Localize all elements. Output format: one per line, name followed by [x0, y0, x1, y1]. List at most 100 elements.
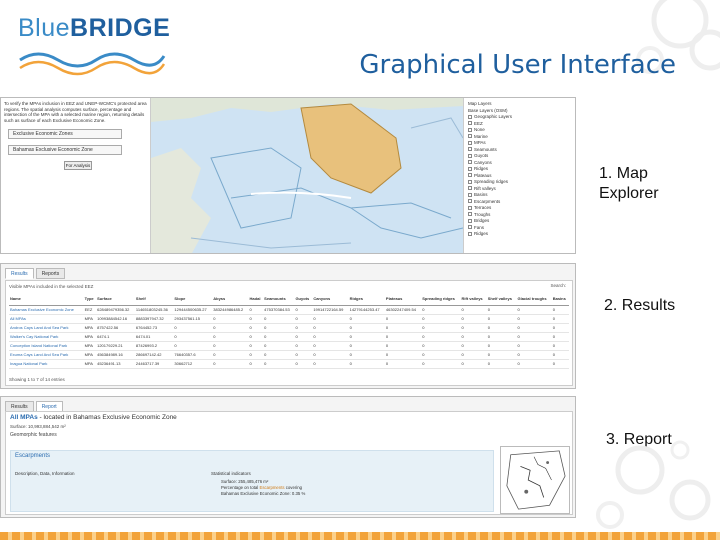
- cell-shelf: 87426993.2: [134, 341, 174, 351]
- tab-reports[interactable]: Reports: [35, 268, 66, 279]
- cell-value: 0: [421, 314, 461, 324]
- stats-covering: covering: [285, 485, 303, 490]
- checkbox-icon[interactable]: [468, 192, 472, 197]
- cell-value: 0: [312, 314, 349, 324]
- column-header[interactable]: Abyss: [212, 293, 249, 306]
- table-row[interactable]: Walker's Cay National Park MPA 6474.1 6474.…: [9, 332, 569, 342]
- cell-value: 0: [348, 332, 385, 342]
- cell-name[interactable]: Andros Cays Land And Sea Park: [9, 323, 84, 333]
- column-header[interactable]: Plateaus: [384, 293, 422, 306]
- cell-slope: 0: [173, 341, 213, 351]
- checkbox-icon[interactable]: [468, 205, 472, 210]
- cell-value: 0: [516, 359, 552, 369]
- analyse-button[interactable]: For Analysis: [64, 161, 92, 171]
- column-header[interactable]: Canyons: [312, 293, 349, 306]
- cell-abyss: 0: [212, 314, 249, 324]
- cell-value: 0: [263, 332, 295, 342]
- cell-value: 0: [460, 341, 487, 351]
- table-row[interactable]: Exuma Cays Land And Sea Park MPA 456384989…: [9, 350, 569, 360]
- cell-value: 14279144253.47: [348, 305, 385, 315]
- report-title-rest: - located in Bahamas Exclusive Economic …: [37, 414, 177, 421]
- map-view[interactable]: [151, 98, 463, 254]
- checkbox-icon[interactable]: [468, 173, 472, 178]
- layer-label: Terraces: [474, 205, 492, 210]
- table-row[interactable]: All MPAs MPA 10993884542.16 8883397947.32 29…: [9, 314, 569, 324]
- cell-value: 0: [384, 323, 422, 333]
- cell-value: 0: [516, 350, 552, 360]
- cell-value: 0: [460, 332, 487, 342]
- column-header[interactable]: Shelf: [134, 293, 174, 306]
- checkbox-icon[interactable]: [468, 121, 472, 126]
- column-header[interactable]: Rift valleys: [460, 293, 487, 306]
- tab-results[interactable]: Results: [5, 268, 34, 279]
- table-row[interactable]: Inagua National Park MPA 45236491.13 244637…: [9, 359, 569, 369]
- region-type-select[interactable]: Exclusive Economic Zones: [8, 129, 122, 140]
- checkbox-icon[interactable]: [468, 147, 472, 152]
- cell-value: 0: [384, 359, 422, 369]
- cell-value: 0: [516, 323, 552, 333]
- cell-name[interactable]: Bahamas Exclusive Economic Zone: [9, 305, 84, 315]
- checkbox-icon[interactable]: [468, 114, 472, 119]
- stats-text: Surface: 255,485,476 m² Percentage on to…: [221, 479, 305, 497]
- cell-name[interactable]: Walker's Cay National Park: [9, 332, 84, 342]
- column-header[interactable]: Glacial troughs: [516, 293, 552, 306]
- checkbox-icon[interactable]: [468, 127, 472, 132]
- cell-slope: 293437561.15: [173, 314, 213, 324]
- report-map-thumbnail: [500, 446, 570, 514]
- cell-value: 0: [421, 305, 461, 315]
- checkbox-icon[interactable]: [468, 140, 472, 145]
- cell-type: MPA: [83, 341, 97, 351]
- report-title: All MPAs - located in Bahamas Exclusive …: [10, 414, 177, 421]
- cell-name[interactable]: All MPAs: [9, 314, 84, 324]
- cell-surface: 628489479356.32: [96, 305, 135, 315]
- layer-item[interactable]: Ridges: [468, 231, 573, 238]
- cell-value: 0: [460, 350, 487, 360]
- cell-surface: 10993884542.16: [96, 314, 135, 324]
- checkbox-icon[interactable]: [468, 166, 472, 171]
- checkbox-icon[interactable]: [468, 134, 472, 139]
- cell-value: 0: [486, 314, 517, 324]
- column-header[interactable]: Seamounts: [263, 293, 295, 306]
- column-header[interactable]: Basins: [551, 293, 569, 306]
- cell-slope: 0: [173, 323, 213, 333]
- cell-type: MPA: [83, 359, 97, 369]
- checkbox-icon[interactable]: [468, 231, 472, 236]
- cell-name[interactable]: Exuma Cays Land And Sea Park: [9, 350, 84, 360]
- table-row[interactable]: Bahamas Exclusive Economic Zone EEZ 628489…: [9, 305, 569, 315]
- table-row[interactable]: Andros Cays Land And Sea Park MPA 8757422.…: [9, 323, 569, 333]
- cell-type: MPA: [83, 332, 97, 342]
- column-header[interactable]: Guyots: [294, 293, 313, 306]
- slide-title: Graphical User Interface: [359, 50, 676, 80]
- layer-label: EEZ: [474, 120, 483, 126]
- column-header[interactable]: Slope: [173, 293, 213, 306]
- table-row[interactable]: Conception Island National Park MPA 120179…: [9, 341, 569, 351]
- column-header[interactable]: Shelf valleys: [486, 293, 517, 306]
- checkbox-icon[interactable]: [468, 212, 472, 217]
- cell-type: MPA: [83, 323, 97, 333]
- checkbox-icon[interactable]: [468, 218, 472, 223]
- cell-surface: 8757422.56: [96, 323, 135, 333]
- cell-value: 0: [421, 323, 461, 333]
- column-header[interactable]: Surface: [96, 293, 135, 306]
- region-select[interactable]: Bahamas Exclusive Economic Zone: [8, 145, 122, 156]
- checkbox-icon[interactable]: [468, 160, 472, 165]
- checkbox-icon[interactable]: [468, 199, 472, 204]
- column-header[interactable]: Ridges: [348, 293, 385, 306]
- column-header[interactable]: Type: [83, 293, 97, 306]
- layer-label: Basins: [474, 192, 488, 197]
- checkbox-icon[interactable]: [468, 179, 472, 184]
- column-header[interactable]: Hadal: [248, 293, 264, 306]
- checkbox-icon[interactable]: [468, 225, 472, 230]
- cell-name[interactable]: Inagua National Park: [9, 359, 84, 369]
- layer-label: Marine: [474, 133, 488, 139]
- analysis-description: To verify the MPAs inclusion in EEZ and …: [4, 101, 147, 123]
- layer-label: Escarpments: [474, 198, 501, 204]
- cell-name[interactable]: Conception Island National Park: [9, 341, 84, 351]
- stats-label: Statistical indicators: [211, 471, 251, 476]
- column-header[interactable]: Spreading ridges: [421, 293, 461, 306]
- checkbox-icon[interactable]: [468, 153, 472, 158]
- bluebridge-logo: BlueBRIDGE: [14, 12, 170, 76]
- checkbox-icon[interactable]: [468, 186, 472, 191]
- column-header[interactable]: Name: [9, 293, 84, 306]
- layer-label: MPAs: [474, 140, 486, 145]
